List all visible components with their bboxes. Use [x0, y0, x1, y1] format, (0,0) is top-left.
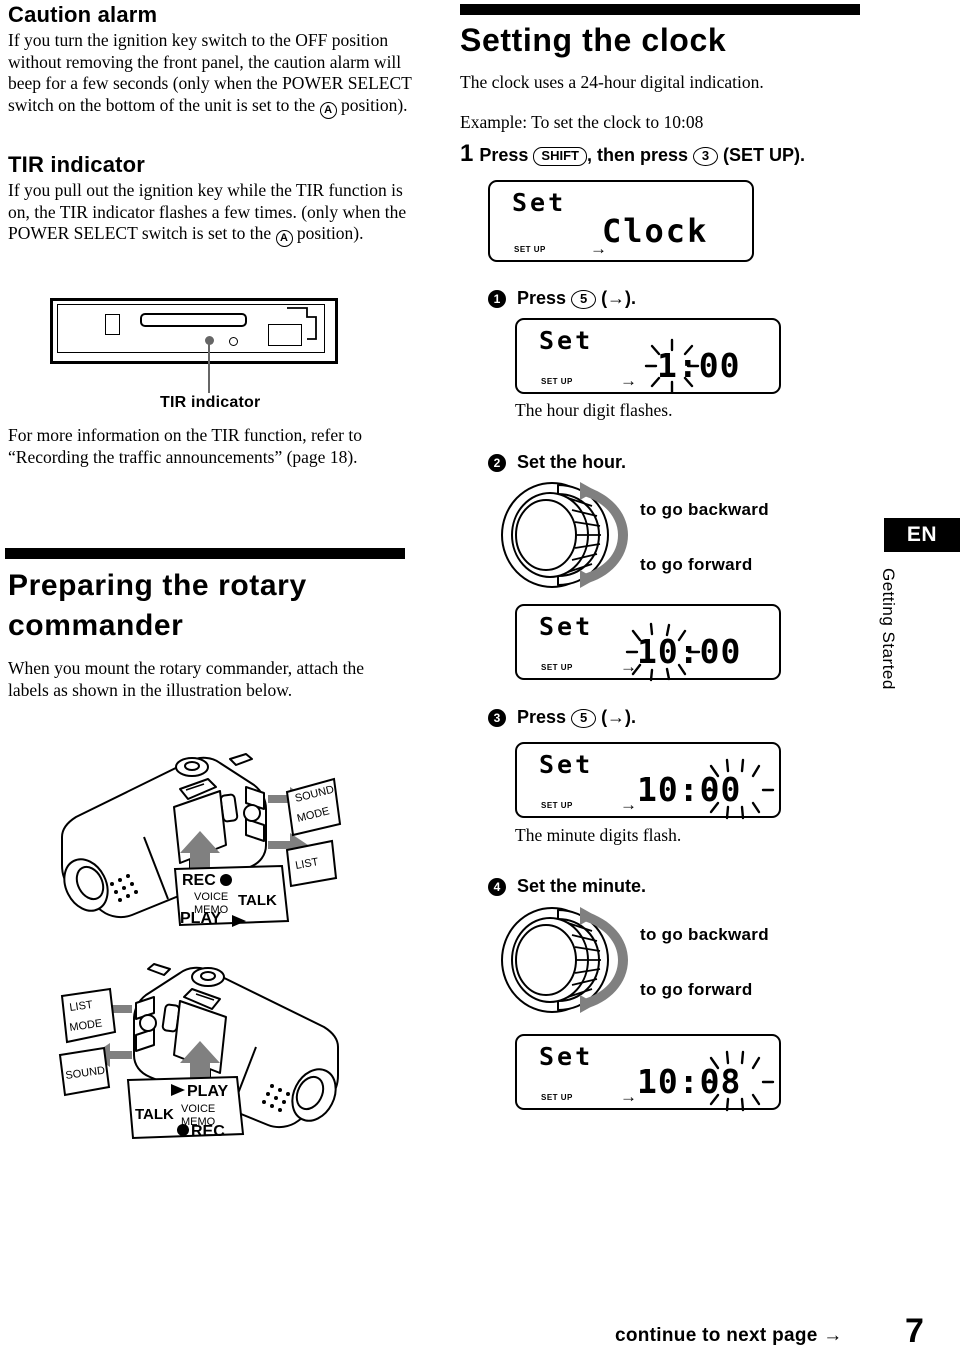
- lcd-1-top-text: Set: [512, 188, 567, 217]
- label-play-rec-bottom: PLAY VOICE MEMO REC TALK: [126, 1075, 245, 1140]
- manual-page: Caution alarm If you turn the ignition k…: [0, 0, 960, 1354]
- tir-indicator-callout-label: TIR indicator: [160, 394, 261, 411]
- lcd-display-hour-1: Set 1:00 SET UP →: [515, 318, 781, 394]
- section-label-getting-started: Getting Started: [879, 568, 898, 690]
- lcd-5-main-text: 10:08: [637, 1062, 742, 1101]
- lcd-4-top-text: Set: [539, 750, 594, 779]
- knob-forward-label-minute: to go forward: [640, 980, 753, 999]
- step-1-row: 1 Press SHIFT, then press 3 (SET UP).: [460, 140, 805, 168]
- caution-alarm-body: If you turn the ignition key switch to t…: [8, 30, 416, 119]
- language-tab-en: EN: [884, 518, 960, 552]
- step-bullet-4-text: Set the minute.: [517, 876, 647, 896]
- circled-a-icon: A: [275, 230, 293, 247]
- rotary-heading-line1: Preparing the rotary: [8, 569, 307, 602]
- clock-example-text: Example: To set the clock to 10:08: [460, 112, 704, 132]
- lcd-5-arrow-icon: →: [620, 1087, 637, 1106]
- step-bullet-1-text-before: Press: [517, 288, 572, 308]
- step-bullet-3-number: 3: [488, 709, 506, 727]
- step-bullet-1-text-after: (→).: [596, 288, 637, 308]
- hour-flash-caption: The hour digit flashes.: [515, 400, 673, 420]
- lcd-display-hour-10: Set 10:00 SET UP →: [515, 604, 781, 682]
- clock-section-rule: [460, 4, 860, 15]
- tir-indicator-heading: TIR indicator: [8, 152, 146, 177]
- lcd-display-set-clock: Set Clock SET UP →: [488, 180, 754, 262]
- lcd-3-arrow-icon: →: [620, 657, 637, 676]
- caution-body-after: position).: [336, 94, 408, 115]
- lcd-2-arrow-icon: →: [620, 371, 637, 390]
- label-list-mode-bottom: LIST MODE: [60, 987, 117, 1044]
- panel-small-hole: [229, 337, 238, 346]
- panel-button-square: [105, 314, 120, 335]
- button-3-ref[interactable]: 3: [693, 147, 718, 166]
- step-bullet-3-text-before: Press: [517, 707, 572, 727]
- lcd-display-minute-00: Set 10:00 SET UP →: [515, 742, 781, 820]
- step-1-text-before: Press: [479, 145, 534, 165]
- step-bullet-2-text: Set the hour.: [517, 452, 627, 472]
- step-bullet-2-row: 2 Set the hour.: [488, 452, 626, 473]
- rotary-section-rule: [5, 548, 405, 559]
- step-bullet-1-row: 1 Press 5 (→).: [488, 288, 636, 309]
- lcd-display-minute-08: Set 10:08 SET UP →: [515, 1034, 781, 1112]
- tir-callout-leader-line: [208, 344, 210, 393]
- knob-backward-label-hour: to go backward: [640, 500, 769, 519]
- setting-the-clock-heading: Setting the clock: [460, 22, 727, 58]
- rotary-knob-illustration-hour: [501, 482, 628, 588]
- label-sound-mode-top: SOUND MODE: [285, 777, 342, 837]
- minute-flash-caption: The minute digits flash.: [515, 825, 682, 845]
- lcd-5-top-text: Set: [539, 1042, 594, 1071]
- svg-text:PLAY: PLAY: [187, 1083, 229, 1100]
- svg-text:TALK: TALK: [135, 1106, 174, 1123]
- button-5-ref[interactable]: 5: [571, 709, 597, 728]
- label-sound-bottom: SOUND: [58, 1046, 111, 1097]
- button-5-ref[interactable]: 5: [571, 290, 597, 309]
- label-rec-play-top: REC VOICE MEMO PLAY TALK: [173, 864, 290, 927]
- rotary-heading-line2: commander: [8, 609, 184, 642]
- panel-right-notch-icon: [287, 307, 317, 340]
- step-1-number: 1: [460, 140, 474, 167]
- clock-intro-text: The clock uses a 24-hour digital indicat…: [460, 72, 764, 92]
- knob-forward-label-hour: to go forward: [640, 555, 753, 574]
- svg-text:PLAY: PLAY: [180, 910, 222, 927]
- lcd-3-top-text: Set: [539, 612, 594, 641]
- svg-text:VOICE: VOICE: [181, 1103, 215, 1115]
- lcd-1-arrow-icon: →: [590, 239, 607, 258]
- step-bullet-4-number: 4: [488, 878, 506, 896]
- lcd-1-setup-indicator: SET UP: [514, 245, 546, 254]
- tir-body-after: position).: [292, 223, 364, 243]
- step-bullet-3-text-after: (→).: [596, 707, 637, 727]
- tir-more-info-text: For more information on the TIR function…: [8, 425, 362, 467]
- lcd-4-setup-indicator: SET UP: [541, 801, 573, 810]
- tir-indicator-body: If you pull out the ignition key while t…: [8, 180, 416, 247]
- knob-backward-label-minute: to go backward: [640, 925, 769, 944]
- step-bullet-1-number: 1: [488, 290, 506, 308]
- lcd-1-main-text: Clock: [602, 212, 709, 250]
- svg-text:REC: REC: [191, 1123, 225, 1140]
- lcd-4-arrow-icon: →: [620, 795, 637, 814]
- circled-a-icon: A: [319, 101, 337, 119]
- lcd-4-main-text: 10:00: [637, 770, 742, 809]
- lcd-2-main-text: 1:00: [657, 346, 741, 385]
- lcd-5-setup-indicator: SET UP: [541, 1093, 573, 1102]
- step-bullet-3-row: 3 Press 5 (→).: [488, 707, 636, 728]
- lcd-3-setup-indicator: SET UP: [541, 663, 573, 672]
- continue-next-page-note: continue to next page →: [615, 1325, 843, 1346]
- lcd-3-main-text: 10:00: [637, 632, 742, 671]
- step-1-text-middle: , then press: [586, 145, 693, 165]
- panel-slot: [140, 313, 247, 327]
- caution-alarm-heading: Caution alarm: [8, 2, 158, 27]
- page-number: 7: [905, 1312, 924, 1350]
- lcd-2-setup-indicator: SET UP: [541, 377, 573, 386]
- svg-text:REC: REC: [182, 872, 216, 889]
- step-1-text-after: (SET UP).: [718, 145, 806, 165]
- rotary-knob-illustration-minute: [501, 907, 628, 1013]
- lcd-2-top-text: Set: [539, 326, 594, 355]
- svg-text:VOICE: VOICE: [194, 891, 228, 903]
- shift-button-ref[interactable]: SHIFT: [533, 147, 587, 166]
- step-bullet-4-row: 4 Set the minute.: [488, 876, 646, 897]
- rotary-body-text: When you mount the rotary commander, att…: [8, 658, 364, 700]
- step-bullet-2-number: 2: [488, 454, 506, 472]
- svg-text:TALK: TALK: [238, 892, 277, 909]
